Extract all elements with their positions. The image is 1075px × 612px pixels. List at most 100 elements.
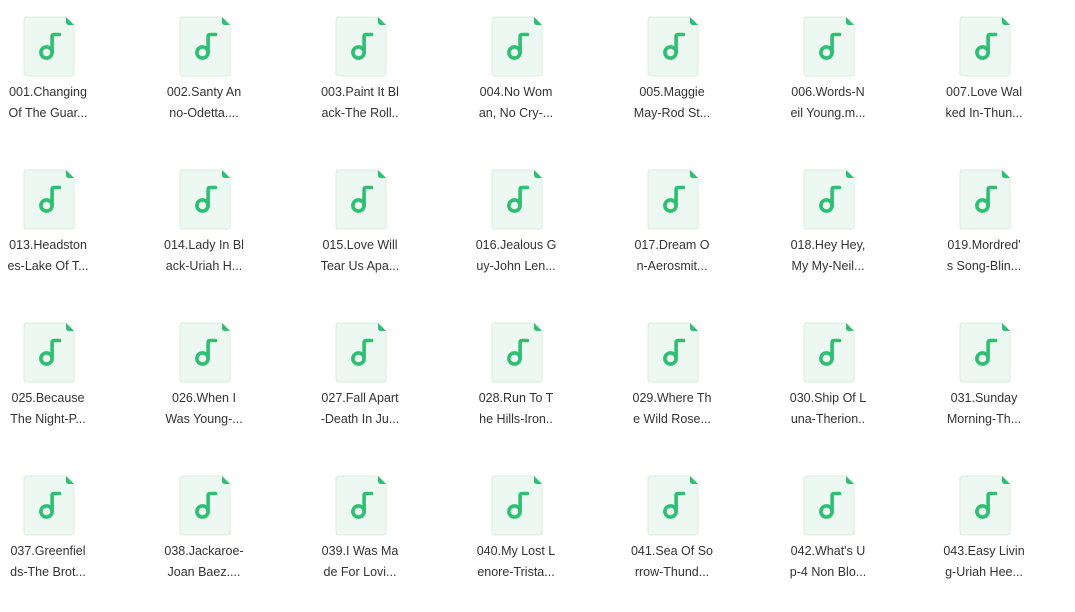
file-name-line-1: 043.Easy Livin bbox=[943, 544, 1025, 558]
file-tile[interactable]: 004.No Wom an, No Cry-... bbox=[468, 0, 624, 153]
music-file-icon bbox=[646, 474, 700, 536]
file-name-line-2: de For Lovi... bbox=[323, 565, 397, 579]
file-name-line-2: Was Young-... bbox=[165, 412, 243, 426]
file-name-line-2: ack-The Roll.. bbox=[321, 106, 399, 120]
file-name-line-2: eil Young.m... bbox=[790, 106, 866, 120]
file-name-line-2: una-Therion.. bbox=[790, 412, 866, 426]
file-name-line-2: es-Lake Of T... bbox=[7, 259, 89, 273]
file-name-line-1: 037.Greenfiel bbox=[10, 544, 86, 558]
music-file-icon bbox=[22, 168, 76, 230]
music-file-icon bbox=[178, 321, 232, 383]
file-tile[interactable]: 038.Jackaroe- Joan Baez.... bbox=[156, 459, 312, 612]
file-name-line-2: e Wild Rose... bbox=[633, 412, 711, 426]
file-name: 006.Words-N eil Young.m... bbox=[780, 82, 876, 124]
file-name-line-2: uy-John Len... bbox=[476, 259, 556, 273]
file-name-line-1: 026.When I bbox=[172, 391, 236, 405]
music-file-icon bbox=[334, 474, 388, 536]
music-file-icon bbox=[490, 474, 544, 536]
file-tile[interactable]: 001.Changing Of The Guar... bbox=[0, 0, 156, 153]
music-file-icon bbox=[334, 168, 388, 230]
file-tile[interactable]: 043.Easy Livin g-Uriah Hee... bbox=[936, 459, 1075, 612]
file-name: 014.Lady In Bl ack-Uriah H... bbox=[156, 235, 252, 277]
file-tile[interactable]: 014.Lady In Bl ack-Uriah H... bbox=[156, 153, 312, 306]
file-name: 013.Headston es-Lake Of T... bbox=[0, 235, 96, 277]
file-tile[interactable]: 042.What's U p-4 Non Blo... bbox=[780, 459, 936, 612]
file-name-line-1: 042.What's U bbox=[790, 544, 866, 558]
music-file-icon bbox=[178, 474, 232, 536]
file-tile[interactable]: 002.Santy An no-Odetta.... bbox=[156, 0, 312, 153]
file-name: 016.Jealous G uy-John Len... bbox=[468, 235, 564, 277]
file-name-line-1: 039.I Was Ma bbox=[321, 544, 399, 558]
file-name-line-2: Joan Baez.... bbox=[167, 565, 241, 579]
music-file-icon bbox=[178, 15, 232, 77]
file-name-line-2: no-Odetta.... bbox=[169, 106, 239, 120]
file-name-line-1: 001.Changing bbox=[9, 85, 87, 99]
file-name: 025.Because The Night-P... bbox=[0, 388, 96, 430]
file-tile[interactable]: 040.My Lost L enore-Trista... bbox=[468, 459, 624, 612]
file-name-line-1: 040.My Lost L bbox=[476, 544, 556, 558]
music-file-icon bbox=[646, 15, 700, 77]
file-name-line-1: 025.Because bbox=[11, 391, 85, 405]
music-file-icon bbox=[958, 15, 1012, 77]
file-tile[interactable]: 007.Love Wal ked In-Thun... bbox=[936, 0, 1075, 153]
music-file-icon bbox=[334, 321, 388, 383]
file-name: 039.I Was Ma de For Lovi... bbox=[312, 541, 408, 583]
file-grid: 001.Changing Of The Guar... 002.Santy An… bbox=[0, 0, 1075, 612]
file-name-line-1: 027.Fall Apart bbox=[321, 391, 399, 405]
file-name-line-1: 003.Paint It Bl bbox=[321, 85, 399, 99]
file-name-line-1: 016.Jealous G bbox=[475, 238, 557, 252]
file-tile[interactable]: 019.Mordred' s Song-Blin... bbox=[936, 153, 1075, 306]
file-name-line-1: 015.Love Will bbox=[322, 238, 398, 252]
file-tile[interactable]: 029.Where Th e Wild Rose... bbox=[624, 306, 780, 459]
file-tile[interactable]: 041.Sea Of So rrow-Thund... bbox=[624, 459, 780, 612]
file-tile[interactable]: 013.Headston es-Lake Of T... bbox=[0, 153, 156, 306]
music-file-icon bbox=[958, 168, 1012, 230]
music-file-icon bbox=[334, 15, 388, 77]
file-tile[interactable]: 030.Ship Of L una-Therion.. bbox=[780, 306, 936, 459]
music-file-icon bbox=[958, 474, 1012, 536]
file-name: 026.When I Was Young-... bbox=[156, 388, 252, 430]
file-tile[interactable]: 025.Because The Night-P... bbox=[0, 306, 156, 459]
file-name-line-1: 019.Mordred' bbox=[947, 238, 1021, 252]
file-tile[interactable]: 018.Hey Hey, My My-Neil... bbox=[780, 153, 936, 306]
file-tile[interactable]: 031.Sunday Morning-Th... bbox=[936, 306, 1075, 459]
file-name-line-2: enore-Trista... bbox=[477, 565, 555, 579]
file-name: 031.Sunday Morning-Th... bbox=[936, 388, 1032, 430]
file-tile[interactable]: 037.Greenfiel ds-The Brot... bbox=[0, 459, 156, 612]
file-name-line-1: 002.Santy An bbox=[166, 85, 242, 99]
file-name-line-1: 007.Love Wal bbox=[946, 85, 1022, 99]
file-tile[interactable]: 016.Jealous G uy-John Len... bbox=[468, 153, 624, 306]
file-name-line-1: 013.Headston bbox=[9, 238, 87, 252]
file-tile[interactable]: 015.Love Will Tear Us Apa... bbox=[312, 153, 468, 306]
file-tile[interactable]: 027.Fall Apart -Death In Ju... bbox=[312, 306, 468, 459]
file-name-line-1: 028.Run To T bbox=[478, 391, 554, 405]
file-tile[interactable]: 017.Dream O n-Aerosmit... bbox=[624, 153, 780, 306]
file-name: 018.Hey Hey, My My-Neil... bbox=[780, 235, 876, 277]
file-name-line-1: 017.Dream O bbox=[634, 238, 710, 252]
file-name-line-2: Morning-Th... bbox=[946, 412, 1022, 426]
file-tile[interactable]: 026.When I Was Young-... bbox=[156, 306, 312, 459]
file-tile[interactable]: 028.Run To T he Hills-Iron.. bbox=[468, 306, 624, 459]
music-file-icon bbox=[490, 15, 544, 77]
file-name-line-1: 018.Hey Hey, bbox=[790, 238, 866, 252]
file-name: 043.Easy Livin g-Uriah Hee... bbox=[936, 541, 1032, 583]
file-name-line-2: Tear Us Apa... bbox=[320, 259, 400, 273]
file-name: 027.Fall Apart -Death In Ju... bbox=[312, 388, 408, 430]
file-name-line-2: May-Rod St... bbox=[633, 106, 711, 120]
file-name-line-2: ked In-Thun... bbox=[945, 106, 1023, 120]
music-file-icon bbox=[802, 15, 856, 77]
music-file-icon bbox=[22, 15, 76, 77]
file-tile[interactable]: 039.I Was Ma de For Lovi... bbox=[312, 459, 468, 612]
file-name-line-2: n-Aerosmit... bbox=[636, 259, 708, 273]
music-file-icon bbox=[802, 321, 856, 383]
file-name-line-2: p-4 Non Blo... bbox=[789, 565, 867, 579]
file-name: 028.Run To T he Hills-Iron.. bbox=[468, 388, 564, 430]
file-name-line-1: 006.Words-N bbox=[791, 85, 865, 99]
file-name-line-1: 041.Sea Of So bbox=[630, 544, 713, 558]
file-tile[interactable]: 005.Maggie May-Rod St... bbox=[624, 0, 780, 153]
music-file-icon bbox=[802, 474, 856, 536]
file-tile[interactable]: 003.Paint It Bl ack-The Roll.. bbox=[312, 0, 468, 153]
file-name: 002.Santy An no-Odetta.... bbox=[156, 82, 252, 124]
file-tile[interactable]: 006.Words-N eil Young.m... bbox=[780, 0, 936, 153]
file-name: 042.What's U p-4 Non Blo... bbox=[780, 541, 876, 583]
